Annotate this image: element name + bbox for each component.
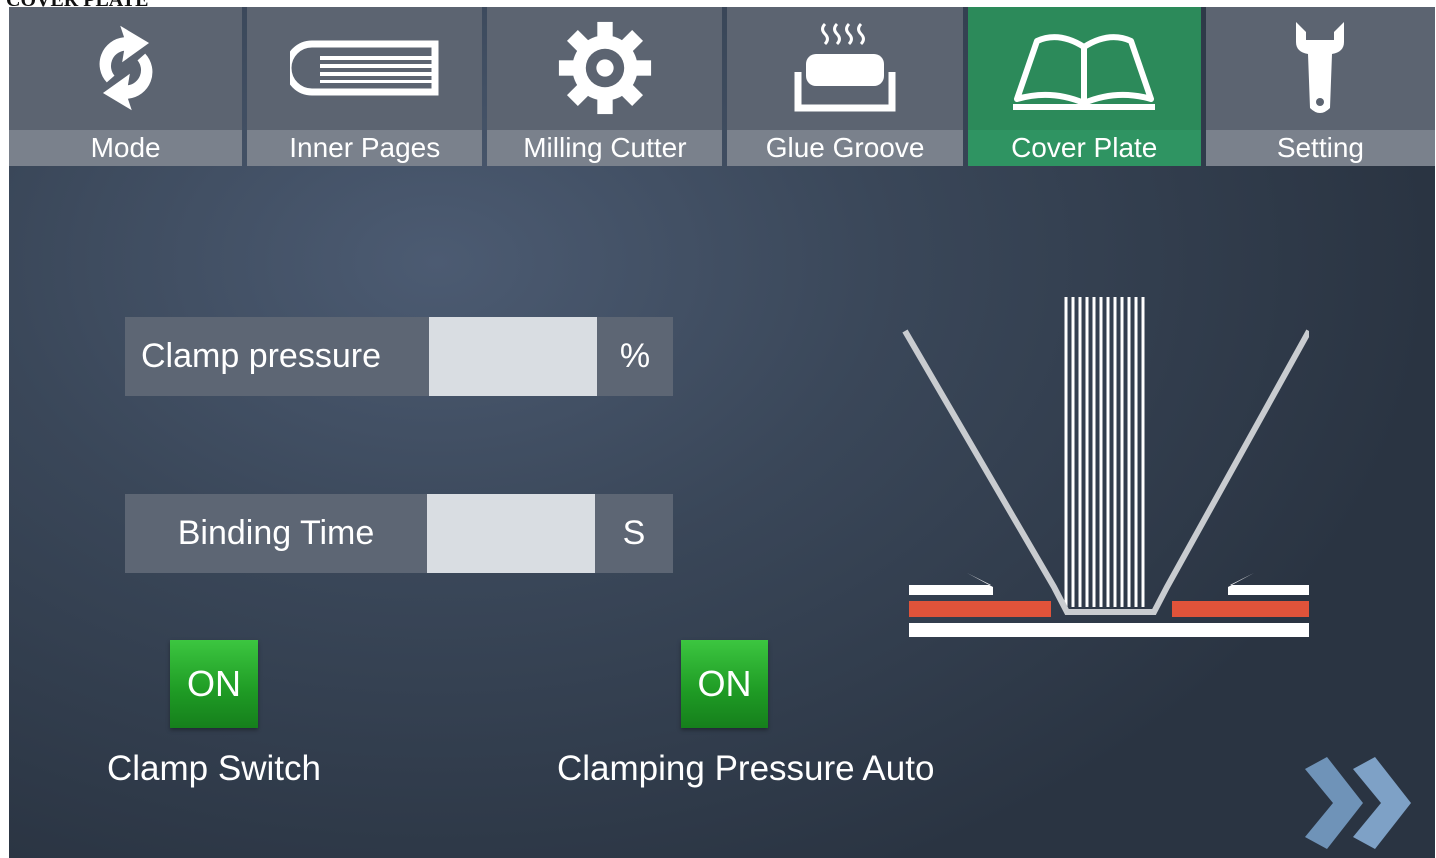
clamp-switch-toggle[interactable]: ON [170, 640, 258, 728]
clamp-pressure-unit: % [597, 317, 673, 396]
clamp-pressure-row: Clamp pressure % [125, 317, 673, 396]
refresh-icon [99, 25, 153, 111]
tab-mode[interactable]: Mode [9, 7, 243, 166]
tab-inner-pages[interactable]: Inner Pages [247, 7, 483, 166]
clamp-pressure-label: Clamp pressure [125, 317, 429, 396]
tab-setting[interactable]: Setting [1205, 7, 1435, 166]
open-book-icon [1013, 34, 1156, 110]
left-arrow-icon [1228, 573, 1309, 595]
clamp-pressure-input[interactable] [429, 317, 597, 396]
clamp-switch-label: Clamp Switch [107, 749, 321, 788]
tab-label: Inner Pages [247, 130, 483, 166]
cover-plate-screen: Mode Inner Pages Milling Cutter Glue Gro… [9, 7, 1435, 858]
book-stack-icon [289, 40, 439, 96]
right-clamp-bar [1172, 601, 1309, 617]
left-clamp-bar [909, 601, 1051, 617]
tab-label: Cover Plate [967, 130, 1201, 166]
tab-label: Glue Groove [727, 130, 963, 166]
page-block [1064, 297, 1145, 607]
tab-glue-groove[interactable]: Glue Groove [727, 7, 963, 166]
tab-label: Mode [9, 130, 243, 166]
right-arrow-icon [909, 573, 993, 595]
tab-label: Setting [1205, 130, 1435, 166]
gear-icon [558, 21, 651, 115]
heated-tray-icon [794, 22, 896, 112]
tab-label: Milling Cutter [487, 130, 723, 166]
base-plate [909, 623, 1309, 637]
clamping-pressure-auto-toggle[interactable]: ON [681, 640, 768, 728]
tab-cover-plate[interactable]: Cover Plate [967, 7, 1201, 166]
tab-bar: Mode Inner Pages Milling Cutter Glue Gro… [9, 7, 1435, 166]
tab-milling-cutter[interactable]: Milling Cutter [487, 7, 723, 166]
cover-plate-diagram [902, 297, 1309, 637]
clamping-pressure-auto-label: Clamping Pressure Auto [557, 749, 935, 788]
binding-time-unit: S [595, 494, 673, 573]
wrench-icon [1296, 22, 1345, 113]
binding-time-label: Binding Time [125, 494, 427, 573]
double-chevron-right-icon[interactable] [1301, 755, 1423, 851]
binding-time-input[interactable] [427, 494, 595, 573]
binding-time-row: Binding Time S [125, 494, 673, 573]
